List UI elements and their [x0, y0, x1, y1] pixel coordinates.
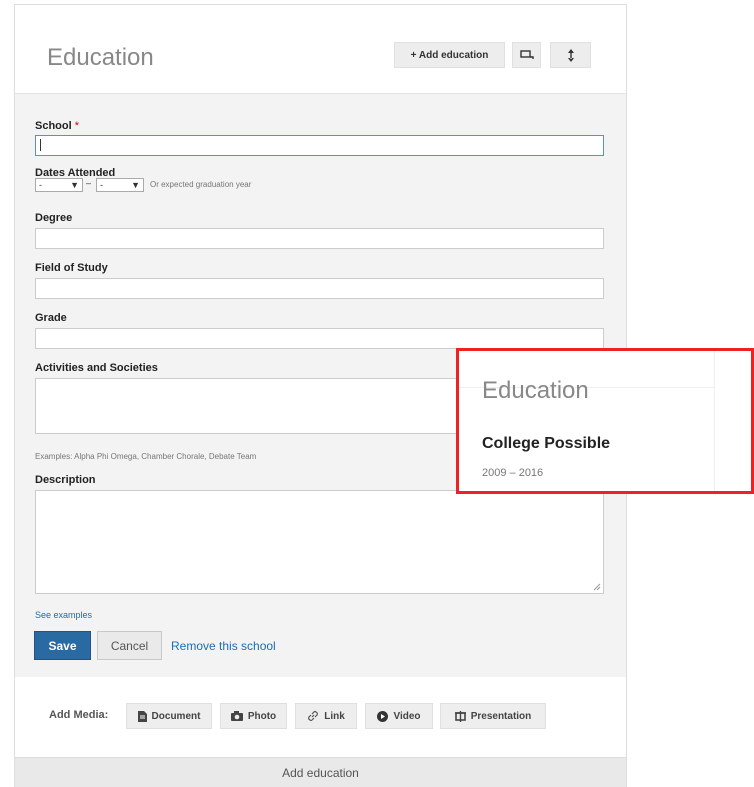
presentation-icon [454, 710, 466, 722]
reorder-button[interactable] [512, 42, 541, 68]
date-separator: – [86, 178, 92, 188]
see-examples-link[interactable]: See examples [35, 610, 92, 620]
dropdown-arrow-icon: ▼ [70, 180, 79, 190]
link-label: Link [324, 710, 345, 722]
date-from-select[interactable]: - ▼ [35, 178, 83, 192]
school-label: School * [35, 120, 79, 132]
education-preview-callout: Education College Possible 2009 – 2016 [456, 348, 754, 494]
media-presentation-button[interactable]: Presentation [440, 703, 546, 729]
card-header: Education + Add education [15, 5, 626, 93]
field-label: Field of Study [35, 262, 108, 274]
sort-button[interactable] [550, 42, 591, 68]
media-video-button[interactable]: Video [365, 703, 433, 729]
section-title: Education [47, 44, 154, 71]
description-label: Description [35, 474, 96, 486]
callout-school-name: College Possible [482, 435, 611, 452]
grade-input[interactable] [35, 328, 604, 349]
callout-dates: 2009 – 2016 [482, 467, 544, 479]
text-cursor [40, 139, 41, 151]
updown-arrow-icon [567, 48, 574, 62]
school-input[interactable] [35, 135, 604, 156]
add-media-label: Add Media: [49, 709, 109, 721]
resize-handle-icon[interactable] [593, 583, 601, 591]
presentation-label: Presentation [470, 710, 532, 722]
camera-icon [230, 711, 243, 721]
grade-label: Grade [35, 312, 67, 324]
date-to-value: - [100, 180, 103, 190]
required-mark: * [74, 120, 80, 132]
dropdown-arrow-icon: ▼ [131, 180, 140, 190]
play-icon [377, 710, 389, 722]
date-from-value: - [39, 180, 42, 190]
activities-label: Activities and Societies [35, 362, 158, 374]
date-to-select[interactable]: - ▼ [96, 178, 144, 192]
save-button[interactable]: Save [34, 631, 91, 660]
callout-title: Education [482, 377, 589, 404]
callout-vertical-divider [714, 351, 715, 491]
document-label: Document [151, 710, 201, 722]
degree-input[interactable] [35, 228, 604, 249]
add-education-label: + Add education [410, 49, 489, 61]
reorder-icon [519, 50, 534, 59]
remove-school-link[interactable]: Remove this school [171, 631, 276, 660]
link-icon [308, 710, 319, 722]
description-textarea[interactable] [35, 490, 604, 594]
photo-label: Photo [247, 710, 277, 722]
document-icon [137, 710, 147, 722]
cancel-button[interactable]: Cancel [97, 631, 162, 660]
video-label: Video [393, 710, 421, 722]
add-education-button[interactable]: + Add education [394, 42, 505, 68]
media-document-button[interactable]: Document [126, 703, 212, 729]
activities-hint: Examples: Alpha Phi Omega, Chamber Chora… [35, 452, 257, 461]
degree-label: Degree [35, 212, 73, 224]
add-education-footer-button[interactable]: Add education [15, 757, 626, 787]
field-of-study-input[interactable] [35, 278, 604, 299]
media-link-button[interactable]: Link [295, 703, 357, 729]
dates-hint: Or expected graduation year [150, 180, 252, 189]
media-photo-button[interactable]: Photo [220, 703, 287, 729]
school-label-text: School [35, 120, 72, 132]
